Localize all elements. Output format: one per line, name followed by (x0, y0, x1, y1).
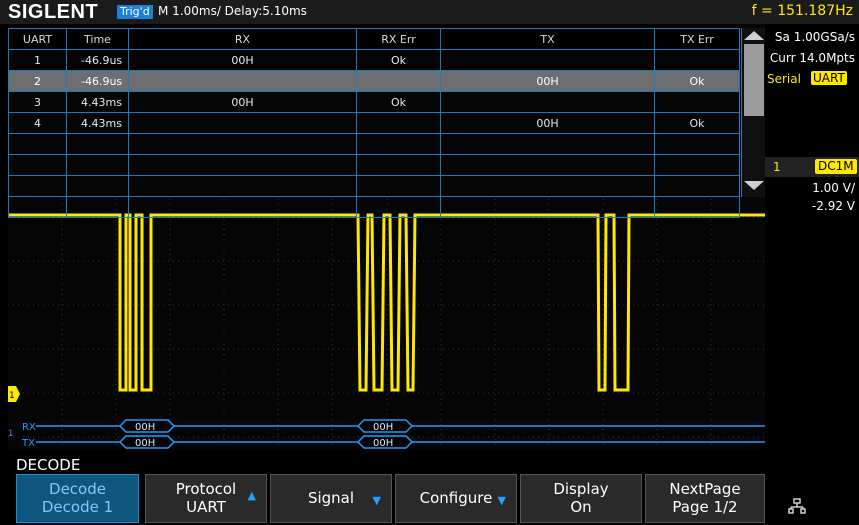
serial-label: Serial (767, 72, 801, 86)
network-icon (788, 498, 806, 514)
table-row-selected[interactable]: 2 -46.9us 00H Ok (8, 70, 740, 92)
col-header-rx: RX (128, 28, 357, 50)
timebase-readout: M 1.00ms/ Delay:5.10ms (158, 4, 307, 18)
channel1-volts-div: 1.00 V/ (812, 181, 855, 195)
table-scrollbar[interactable] (741, 28, 765, 197)
table-row[interactable]: 4 4.43ms 00H Ok (8, 112, 740, 134)
table-row-empty (8, 175, 740, 197)
display-button[interactable]: Display On (520, 474, 642, 523)
frequency-readout: f = 151.187Hz (751, 3, 853, 19)
tx-packet-2: 00H (373, 438, 393, 449)
grid (8, 199, 765, 449)
scroll-up-icon[interactable] (744, 31, 764, 40)
waveform-screen[interactable]: RX TX S1 00H 00H 00H 00H 1 UART Time RX … (8, 24, 765, 449)
arrow-down-icon: ▼ (372, 494, 381, 507)
channel1-marker[interactable]: 1 (8, 386, 20, 402)
col-header-tx-err: TX Err (654, 28, 740, 50)
menu-title: DECODE (16, 456, 81, 474)
table-row-empty (8, 133, 740, 155)
serial-protocol-badge: UART (811, 71, 847, 85)
signal-button[interactable]: Signal ▼ (270, 474, 392, 523)
bus-marker: S1 (8, 429, 13, 439)
col-header-uart: UART (8, 28, 67, 50)
channel1-info[interactable]: 1 DC1M (765, 157, 859, 177)
table-row[interactable]: 3 4.43ms 00H Ok (8, 91, 740, 113)
scroll-down-icon[interactable] (744, 181, 764, 190)
bus-tx-label: TX (21, 438, 35, 449)
col-header-rx-err: RX Err (356, 28, 441, 50)
channel1-trace (8, 213, 765, 392)
configure-button[interactable]: Configure ▼ (395, 474, 517, 523)
rx-packet-2: 00H (373, 422, 393, 433)
next-page-button[interactable]: NextPage Page 1/2 (645, 474, 765, 523)
trigger-status-badge: Trig'd (117, 5, 153, 19)
siglent-logo: SIGLENT (8, 1, 99, 23)
arrow-up-icon: ▲ (247, 489, 256, 502)
col-header-tx: TX (440, 28, 655, 50)
scroll-thumb[interactable] (744, 44, 764, 116)
table-row-empty (8, 196, 740, 218)
decode-button[interactable]: Decode Decode 1 (16, 474, 139, 523)
memory-depth: Curr 14.0Mpts (769, 51, 855, 65)
channel1-number: 1 (773, 160, 781, 174)
svg-text:1: 1 (9, 391, 15, 401)
col-header-time: Time (66, 28, 129, 50)
info-panel: Sa 1.00GSa/s Curr 14.0Mpts Serial UART 1… (765, 24, 859, 449)
arrow-down-icon: ▼ (497, 494, 506, 507)
sample-rate: Sa 1.00GSa/s (774, 30, 855, 44)
channel1-offset: -2.92 V (811, 199, 855, 213)
table-row[interactable]: 1 -46.9us 00H Ok (8, 49, 740, 71)
protocol-button[interactable]: Protocol UART ▲ (145, 474, 267, 523)
table-header-row: UART Time RX RX Err TX TX Err (8, 28, 740, 50)
decode-table: UART Time RX RX Err TX TX Err 1 -46.9us … (8, 28, 740, 218)
tx-packet-1: 00H (135, 438, 155, 449)
channel1-coupling-badge: DC1M (815, 159, 857, 174)
table-row-empty (8, 154, 740, 176)
bus-rx-label: RX (22, 422, 36, 433)
rx-packet-1: 00H (135, 422, 155, 433)
